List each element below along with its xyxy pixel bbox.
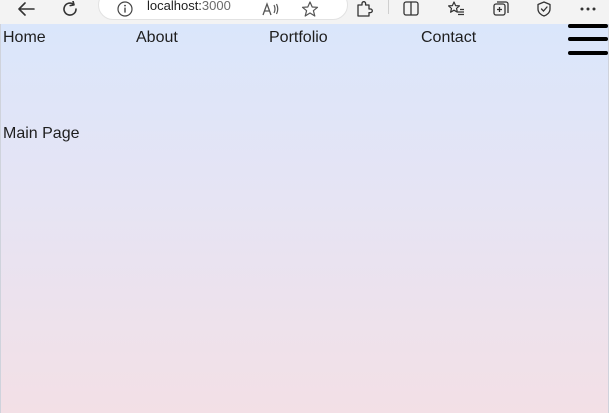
hamburger-bar — [568, 37, 608, 41]
nav-link-portfolio[interactable]: Portfolio — [269, 28, 328, 48]
back-icon[interactable] — [16, 0, 36, 18]
split-screen-icon[interactable] — [401, 0, 421, 18]
favorite-star-icon[interactable] — [300, 0, 320, 18]
browser-essentials-icon[interactable] — [535, 0, 555, 18]
page-title: Main Page — [3, 125, 80, 142]
collections-icon[interactable] — [491, 0, 511, 18]
nav-link-home[interactable]: Home — [3, 28, 46, 48]
browser-toolbar: localhost:3000 — [0, 0, 609, 24]
more-options-icon[interactable] — [578, 0, 598, 18]
extensions-icon[interactable] — [354, 0, 374, 18]
toolbar-divider — [388, 0, 389, 14]
page-viewport: Home About Portfolio Contact Main Page — [0, 24, 609, 413]
hamburger-menu-icon[interactable] — [568, 24, 609, 58]
url-host: localhost: — [147, 0, 202, 13]
info-icon[interactable] — [117, 1, 133, 22]
read-aloud-icon[interactable] — [261, 0, 281, 18]
favorites-icon[interactable] — [446, 0, 466, 18]
url-text[interactable]: localhost:3000 — [147, 0, 231, 14]
hamburger-bar — [568, 24, 608, 28]
refresh-icon[interactable] — [60, 0, 80, 18]
nav-link-contact[interactable]: Contact — [421, 28, 476, 48]
nav-link-about[interactable]: About — [136, 28, 178, 48]
url-port: 3000 — [201, 0, 231, 13]
hamburger-bar — [568, 51, 608, 55]
